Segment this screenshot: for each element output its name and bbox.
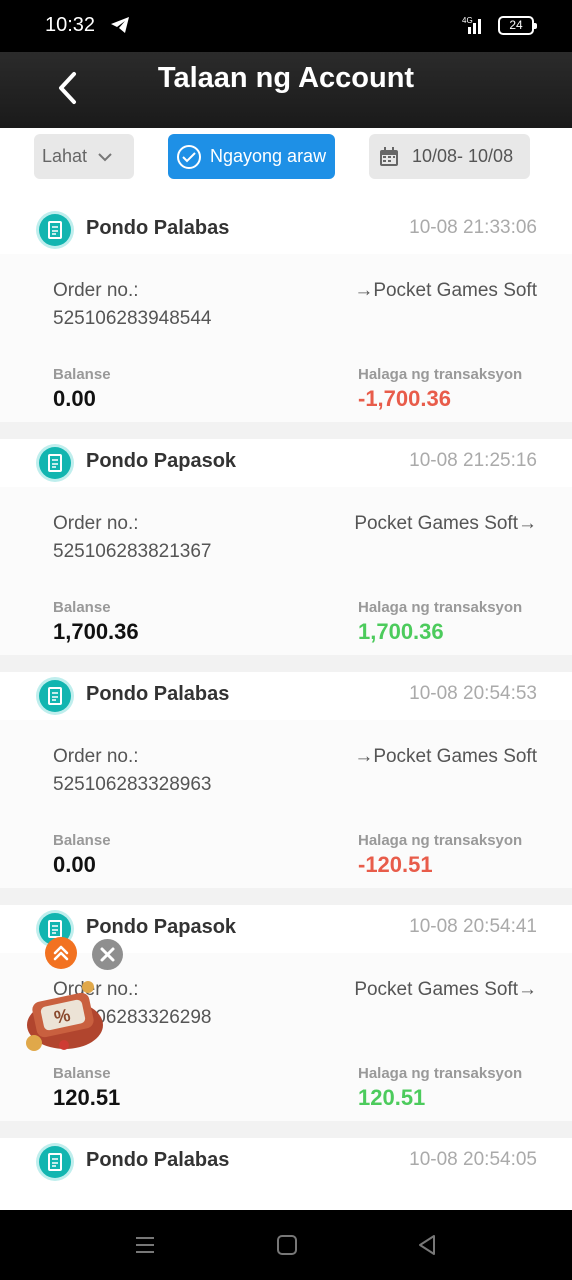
transaction-destination: →Pocket Games Soft <box>354 746 537 767</box>
receipt-icon <box>39 447 71 479</box>
promo-gift-icon[interactable]: % <box>20 975 110 1055</box>
amount-value: -1,700.36 <box>358 386 451 411</box>
transaction-type: Pondo Palabas <box>86 217 230 239</box>
balance-value: 0.00 <box>53 386 96 411</box>
balance-value: 1,700.36 <box>53 619 139 644</box>
balance-value: 120.51 <box>53 1085 121 1110</box>
order-no-label: Order no.: <box>53 746 139 767</box>
receipt-icon <box>39 1146 71 1178</box>
status-bar: 10:32 4G 24 <box>0 0 572 52</box>
home-icon[interactable] <box>275 1233 299 1257</box>
card-header: Pondo Papasok 10-08 21:25:16 <box>0 439 572 487</box>
close-icon[interactable] <box>92 939 123 970</box>
card-body: Order no.: 525106283821367 Pocket Games … <box>0 487 572 655</box>
amount-label: Halaga ng transaksyon <box>358 1065 523 1082</box>
balance-label: Balanse <box>53 366 111 383</box>
floating-promo-widget: % <box>20 935 130 1060</box>
amount-value: 1,700.36 <box>358 619 444 644</box>
transaction-card[interactable]: Pondo Palabas 10-08 20:54:53 Order no.: … <box>0 672 572 888</box>
balance-label: Balanse <box>53 599 111 616</box>
card-header: Pondo Palabas 10-08 21:33:06 <box>0 206 572 254</box>
type-filter-dropdown[interactable]: Lahat <box>34 134 134 179</box>
battery-level: 24 <box>509 18 523 32</box>
filter-bar: Lahat Ngayong araw 10/08- 10/08 <box>0 128 572 206</box>
transaction-card[interactable]: Pondo Palabas 10-08 20:54:05 <box>0 1138 572 1210</box>
order-no-label: Order no.: <box>53 513 139 534</box>
transaction-type: Pondo Palabas <box>86 683 230 705</box>
transaction-type: Pondo Papasok <box>86 450 237 472</box>
today-filter-label: Ngayong araw <box>210 146 327 166</box>
order-no-value: 525106283821367 <box>53 541 212 562</box>
amount-label: Halaga ng transaksyon <box>358 832 523 849</box>
chevron-down-icon <box>98 152 112 161</box>
receipt-icon <box>39 680 71 712</box>
card-body: Order no.: 525106283328963 →Pocket Games… <box>0 720 572 888</box>
app-header: Talaan ng Account <box>0 52 572 128</box>
signal-icon: 4G <box>462 16 481 34</box>
transaction-time: 10-08 21:25:16 <box>409 450 537 471</box>
telegram-icon <box>111 17 129 33</box>
order-no-value: 525106283948544 <box>53 308 212 329</box>
card-body: Order no.: 525106283948544 →Pocket Games… <box>0 254 572 422</box>
amount-label: Halaga ng transaksyon <box>358 366 523 383</box>
menu-icon[interactable] <box>133 1233 157 1257</box>
transaction-time: 10-08 20:54:05 <box>409 1149 537 1170</box>
balance-label: Balanse <box>53 1065 111 1082</box>
card-header: Pondo Palabas 10-08 20:54:05 <box>0 1138 572 1210</box>
transaction-destination: Pocket Games Soft→ <box>354 513 537 534</box>
amount-value: -120.51 <box>358 852 433 877</box>
order-no-label: Order no.: <box>53 280 139 301</box>
date-range-picker[interactable]: 10/08- 10/08 <box>369 134 530 179</box>
page-title: Talaan ng Account <box>157 62 415 94</box>
transaction-time: 10-08 20:54:41 <box>409 916 537 937</box>
type-filter-label: Lahat <box>42 146 88 166</box>
transaction-destination: →Pocket Games Soft <box>354 280 537 301</box>
amount-value: 120.51 <box>358 1085 426 1110</box>
transaction-type: Pondo Palabas <box>86 1149 230 1171</box>
balance-value: 0.00 <box>53 852 96 877</box>
calendar-icon <box>380 146 398 166</box>
system-nav-bar <box>0 1210 572 1280</box>
transaction-destination: Pocket Games Soft→ <box>354 979 537 1000</box>
balance-label: Balanse <box>53 832 111 849</box>
today-filter-button[interactable]: Ngayong araw <box>168 134 335 179</box>
order-no-value: 525106283328963 <box>53 774 212 795</box>
svg-text:4G: 4G <box>462 16 473 25</box>
amount-label: Halaga ng transaksyon <box>358 599 523 616</box>
check-circle-icon <box>177 144 201 169</box>
date-range-label: 10/08- 10/08 <box>412 146 514 166</box>
card-header: Pondo Palabas 10-08 20:54:53 <box>0 672 572 720</box>
status-time: 10:32 <box>45 14 96 36</box>
double-chevron-up-icon[interactable] <box>45 937 77 969</box>
transaction-time: 10-08 21:33:06 <box>409 217 537 238</box>
transaction-time: 10-08 20:54:53 <box>409 683 537 704</box>
back-triangle-icon[interactable] <box>415 1233 439 1257</box>
transaction-card[interactable]: Pondo Papasok 10-08 21:25:16 Order no.: … <box>0 439 572 655</box>
receipt-icon <box>39 214 71 246</box>
transaction-card[interactable]: Pondo Palabas 10-08 21:33:06 Order no.: … <box>0 206 572 422</box>
battery-icon: 24 <box>498 16 537 35</box>
